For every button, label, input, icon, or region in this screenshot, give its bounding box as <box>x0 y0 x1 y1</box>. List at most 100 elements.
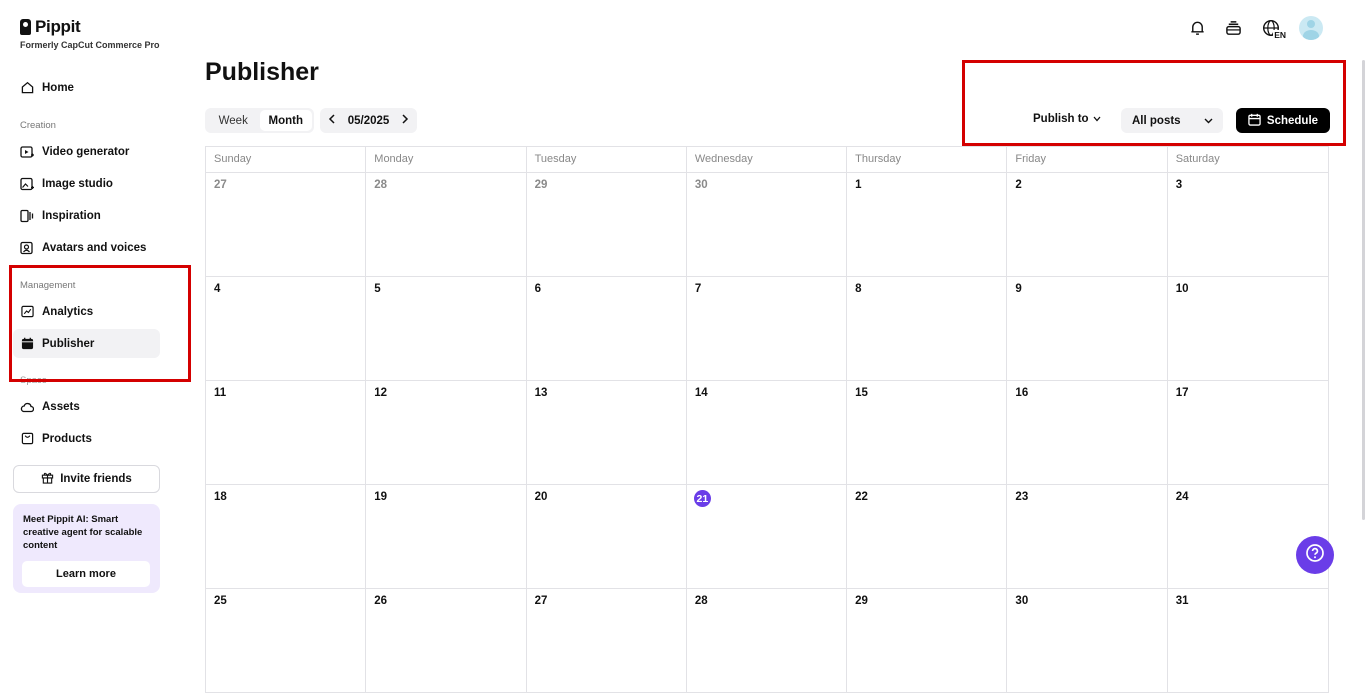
calendar-week-row: 4 5 6 7 8 9 10 <box>206 277 1328 381</box>
sidebar-item-label: Products <box>42 432 92 445</box>
calendar-day-cell[interactable]: 27 <box>206 173 367 276</box>
calendar-day-cell[interactable]: 21 <box>687 485 848 588</box>
sidebar-item-avatars-voices[interactable]: Avatars and voices <box>13 233 160 262</box>
calendar-day-cell[interactable]: 2 <box>1007 173 1168 276</box>
calendar-day-cell[interactable]: 29 <box>527 173 687 276</box>
brand-subtitle: Formerly CapCut Commerce Pro <box>20 40 160 50</box>
month-calendar: Sunday Monday Tuesday Wednesday Thursday… <box>205 146 1329 693</box>
sidebar-item-label: Image studio <box>42 177 113 190</box>
sidebar-item-products[interactable]: Products <box>13 424 160 453</box>
calendar-day-cell[interactable]: 28 <box>687 589 848 692</box>
day-number: 5 <box>374 283 381 295</box>
day-number: 13 <box>534 387 548 399</box>
weekday-label: Wednesday <box>687 147 848 172</box>
day-number: 25 <box>214 595 227 607</box>
user-avatar[interactable] <box>1299 16 1323 40</box>
sidebar-item-image-studio[interactable]: Image studio <box>13 169 160 198</box>
day-number: 6 <box>534 283 541 295</box>
invite-friends-button[interactable]: Invite friends <box>13 465 160 493</box>
day-number: 12 <box>374 387 388 399</box>
calendar-day-cell[interactable]: 18 <box>206 485 367 588</box>
calendar-day-cell[interactable]: 20 <box>527 485 687 588</box>
highlight-box-toolbar <box>962 60 1346 146</box>
home-icon <box>20 81 34 95</box>
day-number: 15 <box>855 387 868 399</box>
calendar-week-row: 18 19 20 21 22 23 24 <box>206 485 1328 589</box>
day-number: 27 <box>214 179 227 191</box>
calendar-day-cell[interactable]: 13 <box>527 381 687 484</box>
notification-bell-icon[interactable] <box>1187 18 1207 38</box>
sidebar-item-inspiration[interactable]: Inspiration <box>13 201 160 230</box>
avatar-icon <box>20 241 34 255</box>
calendar-day-cell[interactable]: 25 <box>206 589 367 692</box>
calendar-day-cell[interactable]: 3 <box>1168 173 1328 276</box>
calendar-day-cell[interactable]: 19 <box>366 485 527 588</box>
calendar-day-cell[interactable]: 29 <box>847 589 1008 692</box>
tab-week[interactable]: Week <box>207 110 260 131</box>
day-number: 24 <box>1175 491 1189 503</box>
weekday-label: Saturday <box>1175 153 1220 165</box>
calendar-day-cell[interactable]: 1 <box>847 173 1008 276</box>
day-number: 8 <box>855 283 862 295</box>
day-number: 29 <box>534 179 548 191</box>
calendar-day-cell[interactable]: 4 <box>206 277 367 380</box>
sidebar-item-video-generator[interactable]: Video generator <box>13 137 160 166</box>
calendar-day-cell[interactable]: 28 <box>366 173 527 276</box>
sidebar-item-label: Inspiration <box>42 209 101 222</box>
calendar-day-cell[interactable]: 5 <box>366 277 527 380</box>
sidebar-item-home[interactable]: Home <box>13 73 160 102</box>
highlight-box-management <box>9 265 191 382</box>
day-number: 4 <box>214 283 221 295</box>
calendar-day-cell[interactable]: 6 <box>527 277 687 380</box>
weekday-label: Monday <box>366 147 527 172</box>
day-number: 31 <box>1175 595 1189 607</box>
calendar-day-cell[interactable]: 30 <box>687 173 848 276</box>
calendar-day-cell[interactable]: 14 <box>687 381 848 484</box>
calendar-day-cell[interactable]: 23 <box>1007 485 1168 588</box>
learn-more-button[interactable]: Learn more <box>22 561 150 587</box>
sidebar-item-assets[interactable]: Assets <box>13 392 160 421</box>
day-number: 18 <box>214 491 227 503</box>
calendar-day-cell[interactable]: 27 <box>527 589 687 692</box>
day-number: 28 <box>694 595 708 607</box>
chevron-right-icon[interactable] <box>401 114 409 127</box>
chevron-left-icon[interactable] <box>328 114 336 127</box>
calendar-day-cell[interactable]: 26 <box>366 589 527 692</box>
day-number: 23 <box>1015 491 1029 503</box>
tab-month[interactable]: Month <box>259 110 312 131</box>
help-button[interactable] <box>1296 536 1334 574</box>
day-number: 26 <box>374 595 388 607</box>
weekday-label: Sunday <box>206 147 367 172</box>
calendar-day-cell[interactable]: 10 <box>1168 277 1328 380</box>
calendar-day-cell[interactable]: 17 <box>1168 381 1328 484</box>
calendar-day-cell[interactable]: 8 <box>847 277 1008 380</box>
calendar-day-cell[interactable]: 22 <box>847 485 1008 588</box>
calendar-day-cell[interactable]: 15 <box>847 381 1008 484</box>
calendar-day-cell[interactable]: 11 <box>206 381 367 484</box>
subscription-layers-icon[interactable] <box>1223 18 1243 38</box>
brand-logo[interactable]: Pippit <box>20 17 81 37</box>
current-period: 05/2025 <box>347 114 390 127</box>
calendar-day-cell[interactable]: 16 <box>1007 381 1168 484</box>
pippit-logo-icon <box>20 19 31 35</box>
calendar-day-cell[interactable]: 7 <box>687 277 848 380</box>
calendar-week-row: 27 28 29 30 1 2 3 <box>206 173 1328 277</box>
calendar-day-cell[interactable]: 24 <box>1168 485 1328 588</box>
day-number: 20 <box>534 491 548 503</box>
section-label-creation: Creation <box>20 120 56 131</box>
day-number: 22 <box>855 491 868 503</box>
question-icon <box>1305 543 1325 568</box>
inspiration-icon <box>20 209 34 223</box>
brand-name: Pippit <box>35 17 81 36</box>
top-right-toolbar: EN <box>1187 16 1323 40</box>
page-title: Publisher <box>205 58 319 86</box>
day-number: 30 <box>1015 595 1029 607</box>
calendar-day-cell[interactable]: 30 <box>1007 589 1168 692</box>
calendar-day-cell[interactable]: 31 <box>1168 589 1328 692</box>
calendar-day-cell[interactable]: 12 <box>366 381 527 484</box>
sidebar-item-label: Avatars and voices <box>42 241 147 254</box>
language-globe-icon[interactable]: EN <box>1259 18 1287 40</box>
day-number: 19 <box>374 491 388 503</box>
calendar-day-cell[interactable]: 9 <box>1007 277 1168 380</box>
view-mode-toggle: Week Month <box>205 108 314 133</box>
